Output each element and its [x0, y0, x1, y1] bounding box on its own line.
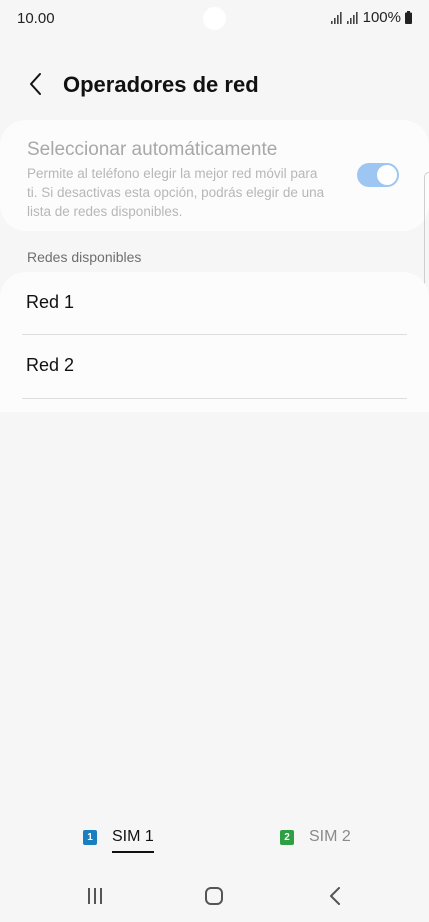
status-bar: 10.00 100%: [0, 0, 429, 36]
home-button[interactable]: [199, 884, 229, 908]
status-time: 10.00: [17, 10, 55, 27]
section-label-available-networks: Redes disponibles: [27, 249, 142, 265]
tab-sim-1-label: SIM 1: [112, 828, 154, 853]
app-header: Operadores de red: [0, 60, 429, 110]
network-label: Red 1: [26, 292, 75, 312]
auto-select-description: Permite al teléfono elegir la mejor red …: [27, 166, 325, 219]
network-item-red-1[interactable]: Red 1: [0, 272, 429, 334]
tab-sim-1[interactable]: 1 SIM 1: [83, 820, 154, 854]
network-label: Red 2: [26, 355, 75, 375]
home-icon: [205, 887, 223, 905]
toggle-knob: [376, 164, 398, 186]
navigation-bar: [0, 870, 429, 922]
network-item-red-2[interactable]: Red 2: [0, 335, 429, 397]
networks-list: Red 1 Red 2: [0, 272, 429, 412]
sim-2-badge: 2: [280, 829, 294, 845]
recents-icon: [88, 888, 102, 904]
tab-sim-2[interactable]: 2 SIM 2: [280, 820, 351, 854]
auto-select-title: Seleccionar automáticamente: [27, 139, 278, 160]
chevron-left-icon: [30, 73, 41, 95]
sim-tabs: 1 SIM 1 2 SIM 2: [0, 820, 429, 860]
battery-icon: [405, 11, 412, 24]
status-icons: 100%: [330, 9, 412, 26]
recents-button[interactable]: [80, 884, 110, 908]
divider: [22, 398, 407, 399]
camera-cutout: [203, 7, 226, 30]
tab-sim-2-label: SIM 2: [309, 828, 351, 845]
signal-icon: [330, 11, 342, 24]
back-icon: [330, 887, 340, 905]
auto-select-toggle[interactable]: [357, 163, 399, 187]
back-button[interactable]: [22, 70, 50, 98]
nav-back-button[interactable]: [320, 884, 350, 908]
page-title: Operadores de red: [63, 72, 259, 97]
battery-percentage: 100%: [362, 9, 401, 26]
signal-icon-sim2: [346, 11, 358, 24]
sim-1-badge: 1: [83, 829, 97, 845]
